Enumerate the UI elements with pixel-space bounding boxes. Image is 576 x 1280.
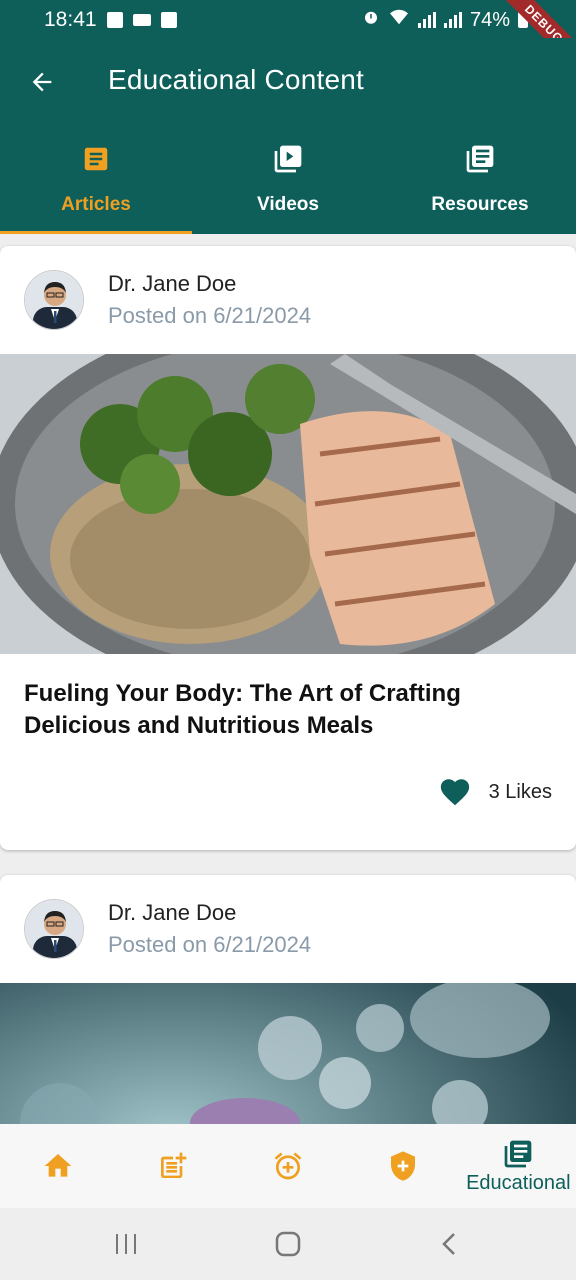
tab-videos[interactable]: Videos	[192, 138, 384, 234]
library-books-icon	[505, 1140, 532, 1167]
author-row: Dr. Jane Doe Posted on 6/21/2024	[24, 270, 311, 330]
library-books-icon	[463, 142, 497, 176]
arrow-back-icon	[32, 72, 52, 92]
page-title: Educational Content	[108, 64, 364, 95]
tab-resources[interactable]: Resources	[384, 138, 576, 234]
article-card[interactable]: Dr. Jane Doe Posted on 6/21/2024	[0, 875, 576, 1124]
nav-health[interactable]	[346, 1124, 461, 1208]
status-bar: 18:41 74% DEBUG	[0, 0, 576, 74]
app-bar: Educational Content Articles Videos Reso…	[0, 38, 576, 234]
author-name: Dr. Jane Doe	[108, 271, 237, 296]
article-list[interactable]: Dr. Jane Doe Posted on 6/21/2024 Fueling…	[0, 234, 576, 1124]
home-circle-icon	[275, 1231, 301, 1257]
back-system-button[interactable]	[430, 1228, 470, 1260]
nav-educational[interactable]: Educational	[461, 1124, 576, 1208]
health-shield-icon	[391, 1151, 416, 1181]
nav-label: Educational	[466, 1171, 571, 1194]
back-button[interactable]	[22, 62, 62, 102]
nav-reminders[interactable]	[230, 1124, 345, 1208]
post-add-icon	[160, 1152, 187, 1178]
avatar	[24, 899, 84, 959]
article-icon	[79, 142, 113, 176]
likes-count: 3 Likes	[488, 780, 552, 803]
signal-status-icon	[417, 12, 436, 28]
article-image[interactable]	[0, 983, 576, 1124]
author-row: Dr. Jane Doe Posted on 6/21/2024	[24, 899, 311, 959]
heart-icon	[440, 779, 469, 806]
tab-articles[interactable]: Articles	[0, 138, 192, 234]
alarm-status-icon	[362, 8, 380, 32]
content-tabs: Articles Videos Resources	[0, 138, 576, 234]
signal-status-icon	[443, 12, 462, 28]
facebook-notification-icon	[160, 12, 177, 28]
article-image[interactable]	[0, 354, 576, 654]
status-time: 18:41	[44, 8, 97, 31]
battery-percent: 74%	[469, 8, 510, 31]
gallery-notification-icon	[106, 12, 123, 28]
chevron-left-icon	[442, 1233, 455, 1255]
avatar	[24, 270, 84, 330]
post-date: Posted on 6/21/2024	[108, 303, 312, 328]
alarm-add-icon	[274, 1152, 302, 1180]
tab-label: Videos	[257, 194, 319, 215]
wifi-status-icon	[388, 8, 410, 32]
like-button[interactable]	[437, 774, 473, 810]
author-name: Dr. Jane Doe	[108, 900, 237, 925]
bottom-navigation: Educational	[0, 1124, 576, 1208]
likes-row: 3 Likes	[437, 774, 552, 810]
nav-posts[interactable]	[115, 1124, 230, 1208]
article-card[interactable]: Dr. Jane Doe Posted on 6/21/2024	[0, 246, 576, 850]
home-button[interactable]	[268, 1228, 308, 1260]
weather-notification-icon	[132, 14, 151, 26]
tab-label: Articles	[61, 194, 131, 215]
recent-apps-button[interactable]	[106, 1228, 146, 1260]
post-date: Posted on 6/21/2024	[108, 932, 312, 957]
recent-apps-icon	[116, 1234, 136, 1254]
tab-label: Resources	[431, 194, 529, 215]
system-navigation-bar	[0, 1208, 576, 1280]
nav-home[interactable]	[0, 1124, 115, 1208]
video-library-icon	[271, 142, 305, 176]
home-icon	[44, 1154, 71, 1177]
article-title[interactable]: Fueling Your Body: The Art of Crafting D…	[24, 678, 554, 742]
